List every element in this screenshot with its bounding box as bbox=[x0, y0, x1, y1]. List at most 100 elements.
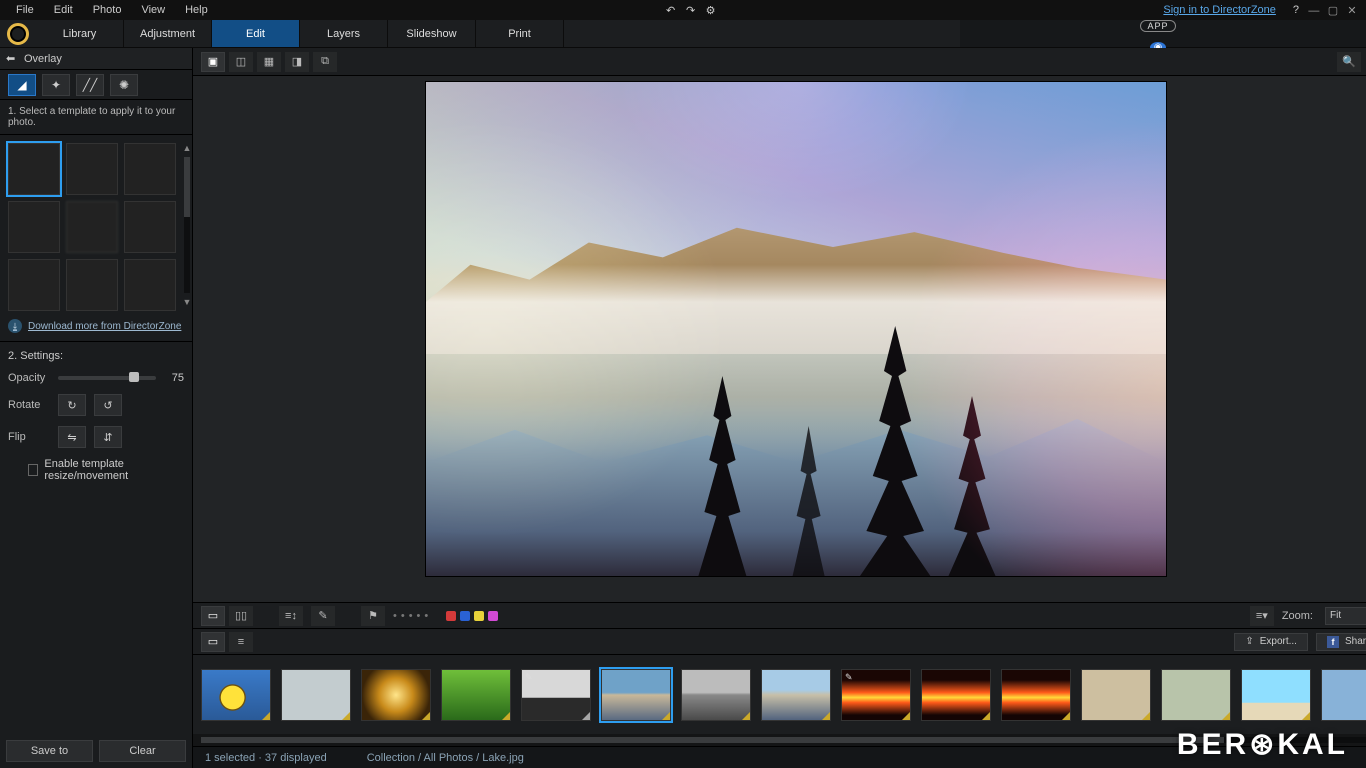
filmstrip-thumb[interactable] bbox=[441, 669, 511, 721]
strip-list-icon[interactable]: ≡ bbox=[229, 632, 253, 652]
sort-icon[interactable]: ≡↕ bbox=[279, 606, 303, 626]
preview-canvas[interactable] bbox=[193, 76, 1366, 602]
opacity-slider[interactable] bbox=[58, 376, 156, 380]
filmstrip[interactable]: ✎✎ bbox=[193, 654, 1366, 734]
menu-edit[interactable]: Edit bbox=[44, 2, 83, 18]
view-compare-icon[interactable]: ◫ bbox=[229, 52, 253, 72]
flip-vertical-icon[interactable]: ⇵ bbox=[94, 426, 122, 448]
filmstrip-thumb[interactable]: ✎ bbox=[521, 669, 591, 721]
overlay-template[interactable] bbox=[66, 143, 118, 195]
redo-icon[interactable]: ↷ bbox=[681, 4, 701, 17]
zoom-select[interactable]: Fit▾ bbox=[1325, 607, 1366, 625]
filmstrip-thumb[interactable] bbox=[921, 669, 991, 721]
maximize-icon[interactable]: ▢ bbox=[1325, 4, 1341, 17]
color-label-swatch[interactable] bbox=[460, 611, 470, 621]
app-badge[interactable]: APP bbox=[1140, 20, 1175, 32]
download-directorzone-link[interactable]: ⤓ Download more from DirectorZone bbox=[0, 315, 192, 342]
filmstrip-thumb[interactable] bbox=[1321, 669, 1366, 721]
overlay-template[interactable] bbox=[66, 259, 118, 311]
edit-pen-icon[interactable]: ✎ bbox=[311, 606, 335, 626]
view-grid-icon[interactable]: ▦ bbox=[257, 52, 281, 72]
tab-slideshow[interactable]: Slideshow bbox=[388, 20, 476, 47]
strip-thumb-icon[interactable]: ▭ bbox=[201, 632, 225, 652]
overlay-template[interactable] bbox=[8, 259, 60, 311]
filmstrip-thumb[interactable] bbox=[681, 669, 751, 721]
zoom-tool-icon[interactable]: 🔍 bbox=[1337, 52, 1361, 72]
strip-single-icon[interactable]: ▭ bbox=[201, 606, 225, 626]
scroll-up-icon[interactable]: ▲ bbox=[183, 143, 192, 153]
edited-badge-icon: ✎ bbox=[525, 672, 533, 683]
filmstrip-thumb[interactable]: ✎ bbox=[841, 669, 911, 721]
filmstrip-scrollbar[interactable] bbox=[193, 734, 1366, 746]
panel-title: Overlay bbox=[24, 53, 62, 65]
flag-icon[interactable]: ⚑ bbox=[361, 606, 385, 626]
color-label-swatch[interactable] bbox=[446, 611, 456, 621]
left-panel: ⬅ Overlay ◢ ✦ ╱╱ ✺ 1. Select a template … bbox=[0, 48, 193, 768]
rotate-label: Rotate bbox=[8, 399, 50, 411]
view-single-icon[interactable]: ▣ bbox=[201, 52, 225, 72]
overlay-scratch-icon[interactable]: ╱╱ bbox=[76, 74, 104, 96]
export-button[interactable]: ⇪ Export... bbox=[1234, 633, 1308, 651]
back-icon[interactable]: ⬅ bbox=[6, 52, 24, 65]
view-split-icon[interactable]: ◨ bbox=[285, 52, 309, 72]
menu-file[interactable]: File bbox=[6, 2, 44, 18]
app-logo-icon bbox=[0, 20, 36, 47]
filmstrip-thumb[interactable] bbox=[1081, 669, 1151, 721]
minimize-icon[interactable]: — bbox=[1306, 5, 1322, 17]
save-to-button[interactable]: Save to bbox=[6, 740, 93, 762]
flip-horizontal-icon[interactable]: ⇋ bbox=[58, 426, 86, 448]
status-bar: 1 selected · 37 displayed Collection / A… bbox=[193, 746, 1366, 768]
color-label-swatch[interactable] bbox=[488, 611, 498, 621]
template-grid bbox=[0, 135, 182, 315]
opacity-value: 75 bbox=[164, 372, 184, 384]
settings-gear-icon[interactable]: ⚙ bbox=[701, 4, 721, 17]
signin-directorzone-link[interactable]: Sign in to DirectorZone bbox=[1163, 4, 1276, 16]
tab-adjustment[interactable]: Adjustment bbox=[124, 20, 212, 47]
menu-view[interactable]: View bbox=[131, 2, 175, 18]
scroll-down-icon[interactable]: ▼ bbox=[183, 297, 192, 307]
filmstrip-thumb[interactable] bbox=[201, 669, 271, 721]
tab-library[interactable]: Library bbox=[36, 20, 124, 47]
overlay-template[interactable] bbox=[124, 143, 176, 195]
clear-button[interactable]: Clear bbox=[99, 740, 186, 762]
filmstrip-thumb[interactable] bbox=[601, 669, 671, 721]
enable-resize-checkbox[interactable]: Enable template resize/movement bbox=[8, 458, 184, 482]
filmstrip-thumb[interactable] bbox=[1241, 669, 1311, 721]
tab-print[interactable]: Print bbox=[476, 20, 564, 47]
share-button[interactable]: f Share... bbox=[1316, 633, 1366, 651]
tab-layers[interactable]: Layers bbox=[300, 20, 388, 47]
help-icon[interactable]: ? bbox=[1286, 4, 1306, 16]
filmstrip-thumb[interactable] bbox=[1001, 669, 1071, 721]
menu-photo[interactable]: Photo bbox=[83, 2, 132, 18]
edited-badge-icon: ✎ bbox=[845, 672, 853, 683]
view-mirror-icon[interactable]: ⧉ bbox=[313, 52, 337, 72]
filmstrip-thumb[interactable] bbox=[761, 669, 831, 721]
overlay-lens-flare-icon[interactable]: ✺ bbox=[110, 74, 138, 96]
filmstrip-thumb[interactable] bbox=[281, 669, 351, 721]
overlay-template[interactable] bbox=[8, 201, 60, 253]
template-scrollbar[interactable]: ▲ ▼ bbox=[182, 135, 192, 315]
overlay-template[interactable] bbox=[124, 259, 176, 311]
strip-dual-icon[interactable]: ▯▯ bbox=[229, 606, 253, 626]
overlay-template[interactable] bbox=[66, 201, 118, 253]
rotate-ccw-icon[interactable]: ↺ bbox=[94, 394, 122, 416]
filmstrip-thumb[interactable] bbox=[361, 669, 431, 721]
close-icon[interactable]: ✕ bbox=[1344, 4, 1360, 17]
zoom-label: Zoom: bbox=[1282, 610, 1313, 622]
rotate-cw-icon[interactable]: ↻ bbox=[58, 394, 86, 416]
overlay-grunge-icon[interactable]: ✦ bbox=[42, 74, 70, 96]
filmstrip-thumb[interactable] bbox=[1161, 669, 1231, 721]
filter-icon[interactable]: ≡▾ bbox=[1250, 606, 1274, 626]
menu-help[interactable]: Help bbox=[175, 2, 218, 18]
facebook-icon: f bbox=[1327, 636, 1339, 648]
overlay-template[interactable] bbox=[8, 143, 60, 195]
overlay-light-leak-icon[interactable]: ◢ bbox=[8, 74, 36, 96]
window-controls: — ▢ ✕ bbox=[1306, 4, 1360, 17]
tab-edit[interactable]: Edit bbox=[212, 20, 300, 47]
preview-image bbox=[426, 82, 1166, 576]
color-label-swatch[interactable] bbox=[474, 611, 484, 621]
undo-icon[interactable]: ↶ bbox=[661, 4, 681, 17]
rating-dots[interactable]: ••••• bbox=[393, 610, 432, 622]
top-menu-bar: FileEditPhotoViewHelp ↶ ↷ ⚙ Sign in to D… bbox=[0, 0, 1366, 20]
overlay-template[interactable] bbox=[124, 201, 176, 253]
